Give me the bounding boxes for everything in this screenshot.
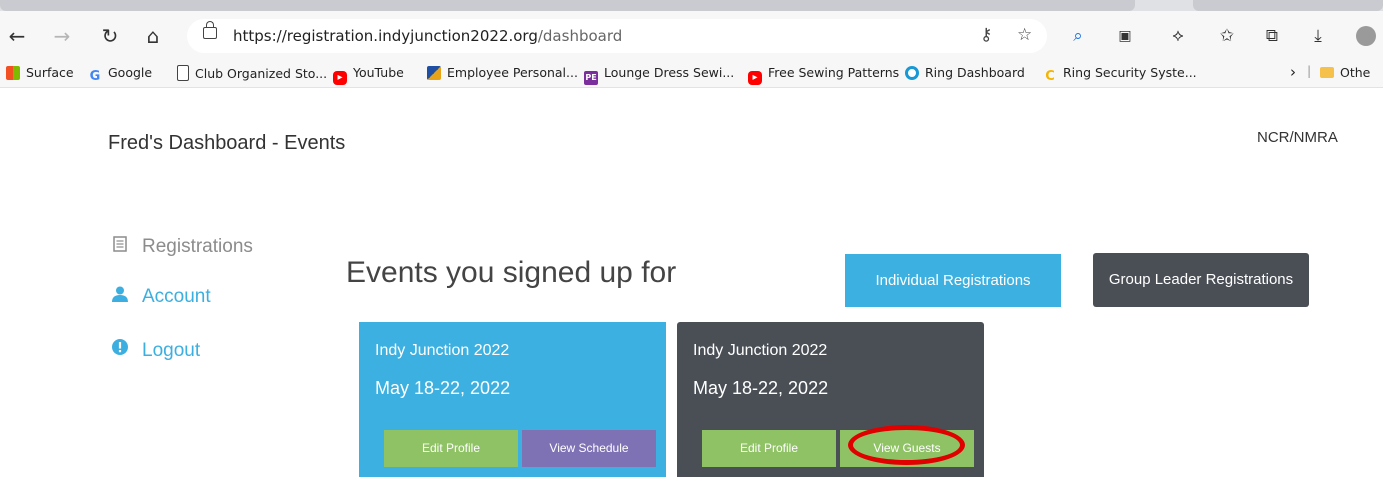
google-icon: G [89, 69, 101, 84]
youtube-icon: ▸ [748, 71, 762, 85]
browser-tab[interactable] [0, 0, 1135, 11]
edit-profile-button[interactable]: Edit Profile [702, 430, 836, 467]
folder-icon [1320, 67, 1334, 78]
bookmark-divider: | [1307, 63, 1312, 78]
sidebar-item-logout[interactable]: Logout [110, 338, 200, 362]
event-dates: May 18-22, 2022 [693, 378, 829, 398]
page-icon [177, 65, 189, 81]
page-title: Fred's Dashboard - Events [108, 132, 346, 154]
ring-icon [905, 66, 919, 80]
bookmark-club-organized[interactable]: Club Organized Sto... [177, 65, 327, 81]
sidebar-item-account[interactable]: Account [110, 286, 211, 308]
bookmark-ring-dashboard[interactable]: Ring Dashboard [905, 65, 1025, 80]
individual-registrations-button[interactable]: Individual Registrations [845, 254, 1061, 307]
search-icon[interactable]: ⌕ [1066, 24, 1090, 48]
browser-tab[interactable] [1193, 0, 1383, 11]
extension-icon[interactable]: ▣ [1113, 24, 1137, 48]
add-favorite-icon[interactable]: ☆ [1017, 25, 1032, 45]
forward-icon[interactable]: → [50, 24, 74, 48]
collections-icon[interactable]: ⧉ [1260, 24, 1284, 48]
profile-icon[interactable] [1354, 24, 1378, 48]
event-card: Indy Junction 2022 May 18-22, 2022 Edit … [359, 322, 666, 477]
favorites-icon[interactable]: ✩ [1215, 24, 1239, 48]
bookmark-ring-security[interactable]: C Ring Security Syste... [1043, 65, 1196, 84]
address-bar[interactable]: https://registration.indyjunction2022.or… [187, 19, 1047, 53]
bookmark-other[interactable]: Othe [1320, 65, 1370, 80]
edit-profile-button[interactable]: Edit Profile [384, 430, 518, 467]
home-icon[interactable]: ⌂ [141, 24, 165, 48]
user-icon [110, 286, 130, 308]
bookmark-employee-personal[interactable]: Employee Personal... [427, 65, 578, 80]
section-heading: Events you signed up for [346, 256, 677, 289]
youtube-icon: ▸ [333, 71, 347, 85]
downloads-icon[interactable]: ⤓ [1306, 24, 1330, 48]
url-text[interactable]: https://registration.indyjunction2022.or… [233, 27, 622, 45]
event-dates: May 18-22, 2022 [375, 378, 511, 398]
list-icon [110, 236, 130, 258]
extensions-puzzle-icon[interactable]: ⟡ [1166, 24, 1190, 48]
alert-icon [110, 338, 130, 362]
bookmark-lounge-dress[interactable]: PE Lounge Dress Sewi... [584, 65, 734, 85]
bookmark-surface[interactable]: Surface [6, 65, 74, 80]
sidebar-item-registrations[interactable]: Registrations [110, 236, 253, 258]
org-label: NCR/NMRA [1257, 129, 1338, 146]
sidebar-item-label: Account [142, 286, 211, 307]
bookmark-free-sewing[interactable]: ▸ Free Sewing Patterns [748, 65, 899, 85]
password-key-icon[interactable]: ⚷ [980, 25, 992, 45]
lock-icon[interactable] [203, 21, 217, 39]
pe-icon: PE [584, 71, 598, 85]
employee-icon [427, 66, 441, 80]
ring-security-icon: C [1045, 69, 1055, 84]
bookmarks-bar: Surface G Google Club Organized Sto... ▸ Y… [0, 61, 1383, 88]
event-title: Indy Junction 2022 [375, 342, 510, 359]
browser-toolbar: ← → ↻ ⌂ https://registration.indyjunctio… [0, 11, 1383, 61]
back-icon[interactable]: ← [5, 24, 29, 48]
bookmark-youtube[interactable]: ▸ YouTube [333, 65, 404, 85]
event-title: Indy Junction 2022 [693, 342, 828, 359]
windows-icon [6, 66, 20, 80]
view-schedule-button[interactable]: View Schedule [522, 430, 656, 467]
refresh-icon[interactable]: ↻ [98, 24, 122, 48]
highlight-circle [848, 425, 965, 465]
sidebar-item-label: Logout [142, 340, 201, 361]
tab-strip [0, 0, 1383, 11]
chevron-right-icon[interactable]: › [1290, 63, 1296, 81]
bookmark-google[interactable]: G Google [88, 65, 152, 84]
sidebar-item-label: Registrations [142, 236, 253, 257]
group-leader-registrations-button[interactable]: Group Leader Registrations [1093, 253, 1309, 307]
